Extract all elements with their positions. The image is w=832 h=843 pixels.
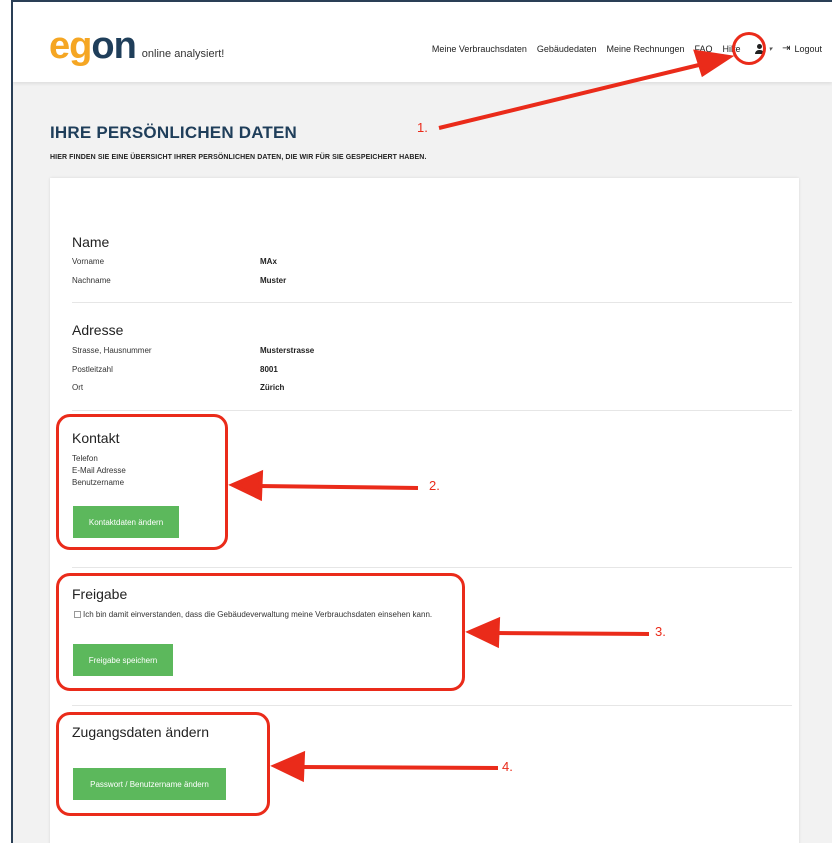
annotation-label-2: 2. xyxy=(429,478,440,493)
arrow-head-3 xyxy=(465,616,501,649)
arrow-head-4 xyxy=(270,750,306,783)
arrow-head-1 xyxy=(693,49,735,78)
arrow-head-2 xyxy=(228,469,264,502)
arrow-line-3 xyxy=(494,631,650,636)
annotation-label-4: 4. xyxy=(502,759,513,774)
browser-frame: egon online analysiert! Meine Verbrauchs… xyxy=(11,0,832,843)
arrow-line-2 xyxy=(257,484,419,490)
annotation-label-3: 3. xyxy=(655,624,666,639)
arrow-line-1 xyxy=(438,62,704,130)
arrow-line-4 xyxy=(298,765,499,770)
annotation-label-1: 1. xyxy=(417,120,428,135)
